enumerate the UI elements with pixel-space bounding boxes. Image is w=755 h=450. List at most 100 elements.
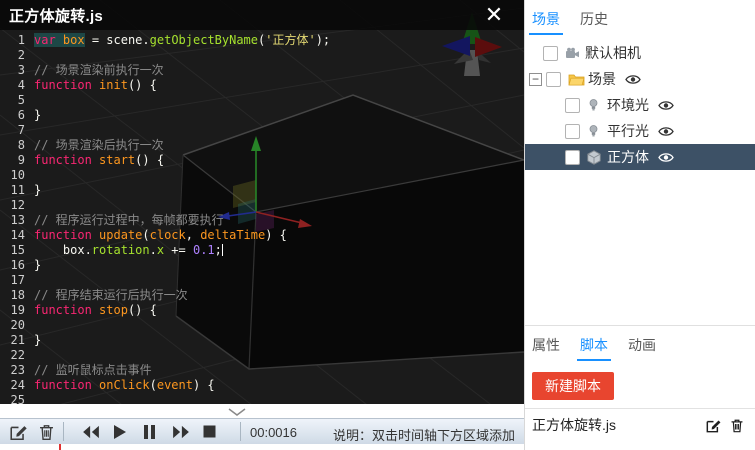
app: 正方体旋转.js ✕ 1var box = scene.getObjectByN… bbox=[0, 0, 755, 450]
line-number: 23 bbox=[0, 363, 25, 378]
scene-section: 场景历史 默认相机−场景环境光平行光正方体 bbox=[525, 0, 755, 325]
tab-scene[interactable]: 场景 bbox=[532, 9, 560, 29]
line-number: 9 bbox=[0, 153, 25, 168]
tree-item-label: 默认相机 bbox=[585, 43, 641, 63]
toolbar-separator bbox=[63, 422, 64, 441]
new-script-button[interactable]: 新建脚本 bbox=[532, 372, 614, 400]
eye-icon[interactable] bbox=[658, 100, 674, 111]
editor-titlebar: 正方体旋转.js ✕ bbox=[0, 0, 524, 30]
tree-item-ambient-light[interactable]: 环境光 bbox=[525, 92, 755, 118]
line-number: 4 bbox=[0, 78, 25, 93]
line-number: 10 bbox=[0, 168, 25, 183]
code-line: 23// 监听鼠标点击事件 bbox=[0, 363, 330, 378]
code-line: 10 bbox=[0, 168, 330, 183]
tab-animation[interactable]: 动画 bbox=[628, 335, 656, 355]
detail-panel-tabs: 属性脚本动画 bbox=[525, 326, 755, 362]
rewind-button[interactable] bbox=[81, 425, 101, 444]
mesh-icon bbox=[587, 150, 605, 165]
code-editor[interactable]: 正方体旋转.js ✕ 1var box = scene.getObjectByN… bbox=[0, 0, 524, 404]
line-number: 11 bbox=[0, 183, 25, 198]
delete-script-icon[interactable] bbox=[729, 417, 745, 434]
line-number: 22 bbox=[0, 348, 25, 363]
script-list-item: 正方体旋转.js bbox=[525, 409, 755, 441]
line-number: 8 bbox=[0, 138, 25, 153]
tab-properties[interactable]: 属性 bbox=[532, 335, 560, 355]
code-line: 24function onClick(event) { bbox=[0, 378, 330, 393]
line-number: 15 bbox=[0, 243, 25, 258]
tab-history[interactable]: 历史 bbox=[580, 9, 608, 29]
animation-toolbar: 00:0016 说明：双击时间轴下方区域添加动画。 bbox=[0, 418, 524, 444]
visibility-checkbox[interactable] bbox=[565, 98, 580, 113]
editor-collapse-strip bbox=[0, 404, 524, 418]
line-number: 18 bbox=[0, 288, 25, 303]
light-icon bbox=[587, 124, 605, 138]
tree-item-default-camera[interactable]: 默认相机 bbox=[525, 40, 755, 66]
code-line: 11} bbox=[0, 183, 330, 198]
code-line: 15 box.rotation.x += 0.1; bbox=[0, 243, 330, 258]
pause-button[interactable] bbox=[143, 424, 156, 445]
code-lines[interactable]: 1var box = scene.getObjectByName('正方体');… bbox=[0, 33, 330, 404]
line-number: 12 bbox=[0, 198, 25, 213]
line-number: 5 bbox=[0, 93, 25, 108]
eye-icon[interactable] bbox=[658, 126, 674, 137]
code-line: 6} bbox=[0, 108, 330, 123]
editor-title: 正方体旋转.js bbox=[9, 5, 103, 26]
visibility-checkbox[interactable] bbox=[565, 124, 580, 139]
line-number: 19 bbox=[0, 303, 25, 318]
tree-item-directional-light[interactable]: 平行光 bbox=[525, 118, 755, 144]
play-button[interactable] bbox=[113, 424, 127, 445]
edit-script-icon[interactable] bbox=[705, 417, 722, 434]
folder-icon bbox=[568, 73, 586, 86]
code-line: 3// 场景渲染前执行一次 bbox=[0, 63, 330, 78]
code-line: 22 bbox=[0, 348, 330, 363]
code-line: 13// 程序运行过程中，每帧都要执行 bbox=[0, 213, 330, 228]
visibility-checkbox[interactable] bbox=[565, 150, 580, 165]
code-line: 8// 场景渲染后执行一次 bbox=[0, 138, 330, 153]
line-number: 2 bbox=[0, 48, 25, 63]
code-line: 16} bbox=[0, 258, 330, 273]
code-line: 25 bbox=[0, 393, 330, 404]
line-number: 14 bbox=[0, 228, 25, 243]
eye-icon[interactable] bbox=[658, 152, 674, 163]
tree-item-label: 场景 bbox=[588, 69, 616, 89]
toolbar-separator bbox=[240, 422, 241, 441]
timeline-playhead[interactable] bbox=[59, 444, 61, 450]
expander-icon[interactable]: − bbox=[529, 73, 542, 86]
line-number: 21 bbox=[0, 333, 25, 348]
timeline-track[interactable] bbox=[0, 444, 524, 450]
code-line: 4function init() { bbox=[0, 78, 330, 93]
camera-icon bbox=[565, 47, 583, 59]
tree-item-scene[interactable]: − 场景 bbox=[525, 66, 755, 92]
visibility-checkbox[interactable] bbox=[543, 46, 558, 61]
chevron-down-icon[interactable] bbox=[228, 408, 246, 416]
tree-item-label: 正方体 bbox=[607, 147, 649, 167]
script-name: 正方体旋转.js bbox=[532, 415, 616, 435]
code-line: 12 bbox=[0, 198, 330, 213]
line-number: 24 bbox=[0, 378, 25, 393]
fast-forward-button[interactable] bbox=[171, 425, 191, 444]
code-line: 7 bbox=[0, 123, 330, 138]
visibility-checkbox[interactable] bbox=[546, 72, 561, 87]
line-number: 13 bbox=[0, 213, 25, 228]
tree-item-label: 平行光 bbox=[607, 121, 649, 141]
code-line: 19function stop() { bbox=[0, 303, 330, 318]
tree-item-cube[interactable]: 正方体 bbox=[525, 144, 755, 170]
eye-icon[interactable] bbox=[625, 74, 641, 85]
close-icon[interactable]: ✕ bbox=[480, 2, 508, 28]
code-line: 2 bbox=[0, 48, 330, 63]
script-list: 正方体旋转.js bbox=[525, 409, 755, 441]
tab-script[interactable]: 脚本 bbox=[580, 335, 608, 355]
code-line: 14function update(clock, deltaTime) { bbox=[0, 228, 330, 243]
tree-item-label: 环境光 bbox=[607, 95, 649, 115]
line-number: 17 bbox=[0, 273, 25, 288]
code-line: 20 bbox=[0, 318, 330, 333]
code-line: 1var box = scene.getObjectByName('正方体'); bbox=[0, 33, 330, 48]
detail-section: 属性脚本动画 新建脚本 正方体旋转.js bbox=[525, 325, 755, 450]
line-number: 25 bbox=[0, 393, 25, 404]
text-caret bbox=[222, 244, 223, 256]
line-number: 16 bbox=[0, 258, 25, 273]
light-icon bbox=[587, 98, 605, 112]
stop-button[interactable] bbox=[203, 425, 216, 443]
code-line: 17 bbox=[0, 273, 330, 288]
code-line: 9function start() { bbox=[0, 153, 330, 168]
